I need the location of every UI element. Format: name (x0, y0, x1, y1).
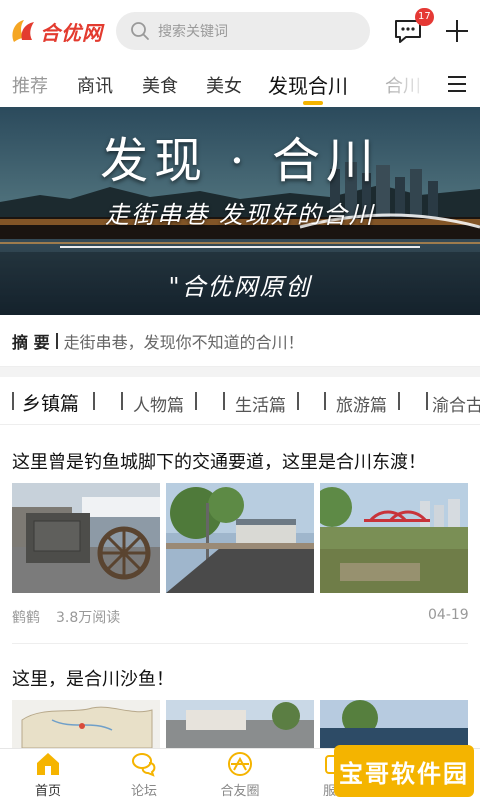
nav-label: 论坛 (130, 784, 157, 799)
article-thumbnail (12, 700, 160, 748)
active-tab-indicator (303, 101, 323, 105)
logo-text: 合优网 (40, 20, 103, 45)
category-tabs: 乡镇篇 人物篇 生活篇 旅游篇 渝合古 (0, 377, 480, 425)
tab-food[interactable]: 美食 (142, 72, 178, 98)
category-divider (223, 392, 225, 410)
plus-icon[interactable] (444, 18, 470, 44)
nav-label: 合友圈 (220, 784, 260, 799)
tab-discover-hechuan[interactable]: 发现合川 (268, 70, 348, 99)
tab-beauty[interactable]: 美女 (206, 72, 242, 98)
article-reads: 3.8万阅读 (56, 610, 121, 626)
category-life[interactable]: 生活篇 (235, 391, 286, 416)
banner-origin: "合优网原创 (168, 273, 312, 301)
category-divider (297, 392, 299, 410)
home-icon (37, 753, 59, 775)
article-thumbnail (320, 700, 468, 748)
article-image[interactable] (12, 700, 160, 748)
article-thumbnail (166, 483, 314, 593)
summary-text: 走街串巷，发现你不知道的合川！ (63, 332, 304, 352)
article-date: 04-19 (428, 607, 469, 623)
article-author: 鹤鹤 (12, 610, 40, 626)
app-screen: 合优网 搜索关键词 17 推荐 商讯 美食 美女 发现合川 合川 (0, 0, 480, 800)
category-travel[interactable]: 旅游篇 (336, 391, 387, 416)
tabs-fade (375, 64, 435, 104)
nav-forum[interactable]: 论坛 (96, 749, 192, 800)
search-placeholder: 搜索关键词 (158, 24, 228, 40)
banner-title: 发现 · 合川 (100, 133, 380, 189)
category-ancient[interactable]: 渝合古 (432, 391, 480, 416)
top-header: 合优网 搜索关键词 17 (0, 0, 480, 62)
article-thumbnail (12, 483, 160, 593)
logo-mark-icon (12, 20, 34, 42)
app-logo[interactable]: 合优网 (8, 12, 103, 50)
section-gap (0, 367, 480, 377)
article-title[interactable]: 这里，是合川沙鱼！ (12, 665, 174, 691)
category-divider (12, 392, 14, 410)
tab-business[interactable]: 商讯 (77, 72, 113, 98)
summary-divider (55, 332, 58, 349)
article-title[interactable]: 这里曾是钓鱼城脚下的交通要道，这里是合川东渡！ (12, 448, 426, 474)
article-image[interactable] (166, 700, 314, 748)
category-township[interactable]: 乡镇篇 (22, 389, 79, 416)
summary-label: 摘 要 (12, 332, 50, 352)
category-divider (324, 392, 326, 410)
message-count-badge: 17 (415, 8, 434, 26)
nav-home[interactable]: 首页 (0, 749, 96, 800)
watermark-badge: 宝哥软件园 (334, 745, 474, 797)
article-thumbnail (320, 483, 468, 593)
article-thumbnail (166, 700, 314, 748)
article-image[interactable] (166, 483, 314, 593)
article-image[interactable] (320, 700, 468, 748)
article-divider (12, 643, 468, 644)
hero-banner[interactable]: 发现 · 合川 走街串巷 发现好的合川 "合优网原创 (0, 107, 480, 315)
nav-label: 首页 (34, 784, 61, 799)
circle-compass-icon (228, 752, 252, 776)
menu-icon[interactable] (447, 75, 467, 93)
search-bar[interactable]: 搜索关键词 (116, 12, 370, 50)
category-divider (93, 392, 95, 410)
article-image[interactable] (320, 483, 468, 593)
category-people[interactable]: 人物篇 (133, 391, 184, 416)
category-divider (426, 392, 428, 410)
category-divider (121, 392, 123, 410)
article-image[interactable] (12, 483, 160, 593)
category-divider (398, 392, 400, 410)
tab-recommend[interactable]: 推荐 (12, 72, 48, 98)
nav-friends-circle[interactable]: 合友圈 (192, 749, 288, 800)
watermark-text: 宝哥软件园 (339, 759, 469, 788)
search-icon (131, 22, 149, 40)
summary-bar: 摘 要 走街串巷，发现你不知道的合川！ (0, 315, 480, 367)
chat-bubbles-icon (132, 753, 156, 777)
category-divider (195, 392, 197, 410)
banner-subtitle: 走街串巷 发现好的合川 (105, 201, 375, 229)
